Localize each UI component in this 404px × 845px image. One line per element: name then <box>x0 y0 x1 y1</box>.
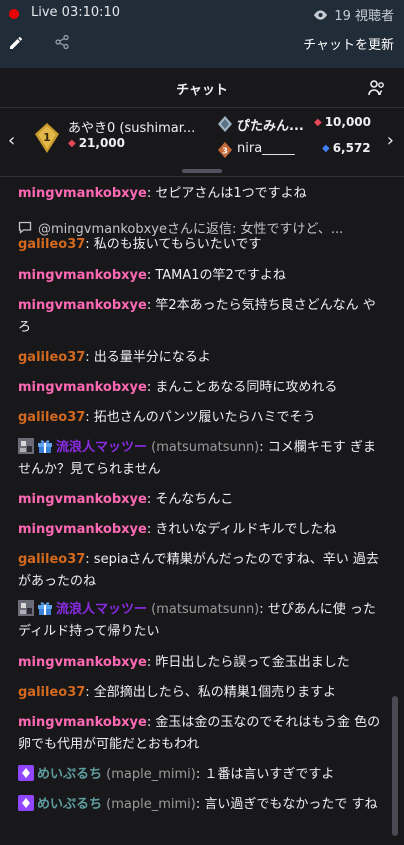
chat-username[interactable]: mingvmankobxye <box>18 522 147 537</box>
viewer-count-label: 19 視聴者 <box>334 9 394 24</box>
chat-username[interactable]: galileo37 <box>18 350 85 365</box>
chat-username[interactable]: galileo37 <box>18 237 85 252</box>
reply-icon <box>18 221 32 234</box>
leaderboard-third-score: ◆ 6,572 <box>322 141 371 155</box>
bits-badge-icon <box>18 795 34 811</box>
leaderboard-first-name[interactable]: あやき0 (sushimar... <box>68 117 210 136</box>
chat-username[interactable]: mingvmankobxye <box>18 655 147 670</box>
chat-message[interactable]: 流浪人マッツー (matsumatsunn): せぴあんに使 ったディルド持って… <box>18 599 384 643</box>
chat-scrollbar[interactable] <box>392 696 398 836</box>
leaderboard-first-score-value: 21,000 <box>78 136 126 150</box>
avatar-badge-icon <box>18 438 34 454</box>
bits-leaderboard: ‹ 1 あやき0 (sushimar... ◆ 21,000 ぴたみん... ◆… <box>0 108 404 176</box>
chat-username[interactable]: mingvmankobxye <box>18 186 147 201</box>
bits-badge-icon <box>18 765 34 781</box>
chat-message[interactable]: めいぷるち (maple_mimi): 言い過ぎでもなかったで すね <box>18 794 384 816</box>
chat-text: : 昨日出したら誤って金玉出ました <box>146 655 350 670</box>
third-place-icon: 3 <box>218 142 232 158</box>
leaderboard-second-score-value: 10,000 <box>324 115 372 129</box>
chat-text: : 全部摘出したら、私の精巣1個売りますよ <box>85 685 337 700</box>
chat-username[interactable]: mingvmankobxye <box>18 492 147 507</box>
avatar-badge-icon <box>18 600 34 616</box>
leaderboard-second-name[interactable]: ぴたみん... <box>237 115 311 134</box>
chat-message[interactable]: めいぷるち (maple_mimi): １番は言いすぎですよ <box>18 764 384 786</box>
chat-message[interactable]: 流浪人マッツー (matsumatsunn): コメ欄キモす ぎませんか？見てら… <box>18 437 384 481</box>
stream-topbar: Live 03:10:10 19 視聴者 チャットを更新 <box>0 0 404 68</box>
chat-message[interactable]: mingvmankobxye: きれいなディルドキルでしたね <box>18 519 384 541</box>
chat-message[interactable]: mingvmankobxye: TAMA1の竿2ですよね <box>18 265 384 287</box>
chat-username[interactable]: mingvmankobxye <box>18 380 147 395</box>
chat-message[interactable]: mingvmankobxye: 金玉は金の玉なのでそれはもう金 色の卵でも代用が… <box>18 712 384 756</box>
live-indicator-icon <box>9 9 19 19</box>
gift-badge-icon <box>38 440 52 453</box>
live-timer: Live 03:10:10 <box>31 5 121 20</box>
leaderboard-third-score-value: 6,572 <box>332 141 371 155</box>
chat-message[interactable]: galileo37: 出る量半分になるよ <box>18 347 384 369</box>
chat-text: : TAMA1の竿2ですよね <box>146 268 286 283</box>
eye-icon <box>314 9 328 20</box>
chat-username[interactable]: めいぷるち <box>37 767 102 782</box>
second-place-icon <box>218 116 232 132</box>
chat-text: : １番は言いすぎですよ <box>195 767 335 782</box>
leaderboard-third-name[interactable]: nira_____ <box>237 141 295 156</box>
chat-username[interactable]: 流浪人マッツー <box>56 602 147 617</box>
chat-message[interactable]: mingvmankobxye: まんことあなる同時に攻めれる <box>18 377 384 399</box>
chat-username[interactable]: 流浪人マッツー <box>56 440 147 455</box>
chevron-right-icon[interactable]: › <box>387 132 394 150</box>
chat-username[interactable]: mingvmankobxye <box>18 298 147 313</box>
chat-title: チャット <box>176 83 228 98</box>
users-icon[interactable] <box>368 80 386 96</box>
chat-message[interactable]: galileo37: 全部摘出したら、私の精巣1個売りますよ <box>18 682 384 704</box>
chat-username[interactable]: mingvmankobxye <box>18 268 147 283</box>
chat-message-list: mingvmankobxye: セピアさんは1つですよね @mingvmanko… <box>0 176 404 845</box>
chat-message[interactable]: mingvmankobxye: 昨日出したら誤って金玉出ました <box>18 652 384 674</box>
chat-message[interactable]: mingvmankobxye: そんなちんこ <box>18 489 384 511</box>
chat-username[interactable]: galileo37 <box>18 552 85 567</box>
chat-message[interactable]: galileo37: sepiaさんで精巣がんだったのですね、辛い 過去があった… <box>18 549 384 593</box>
chat-login: (maple_mimi) <box>106 797 196 812</box>
chat-login: (matsumatsunn) <box>151 602 260 617</box>
bits-red-icon: ◆ <box>314 116 322 128</box>
leaderboard-second-score: ◆ 10,000 <box>314 115 371 129</box>
chat-message[interactable]: galileo37: 私のも抜いてもらいたいです <box>18 234 384 256</box>
first-place-rank: 1 <box>43 131 51 144</box>
chat-text: : 拓也さんのパンツ履いたらハミでそう <box>85 410 316 425</box>
chat-username[interactable]: galileo37 <box>18 410 85 425</box>
chat-text: : きれいなディルドキルでしたね <box>146 522 337 537</box>
first-place-medal-icon: 1 <box>35 123 59 153</box>
leaderboard-first-score: ◆ 21,000 <box>68 136 125 150</box>
gift-badge-icon <box>38 602 52 615</box>
chat-text: : 私のも抜いてもらいたいです <box>85 237 262 252</box>
bits-blue-icon: ◆ <box>322 142 330 154</box>
chat-username[interactable]: mingvmankobxye <box>18 715 147 730</box>
chat-message[interactable]: mingvmankobxye: セピアさんは1つですよね <box>18 183 384 205</box>
third-place-rank: 3 <box>222 147 228 156</box>
pencil-icon[interactable] <box>8 34 24 50</box>
chat-username[interactable]: galileo37 <box>18 685 85 700</box>
share-icon[interactable] <box>55 35 69 49</box>
viewer-count: 19 視聴者 <box>313 5 394 24</box>
leaderboard-collapse-handle[interactable] <box>182 169 222 173</box>
chat-message[interactable]: mingvmankobxye: 竿2本あったら気持ち良さどんなん やろ <box>18 295 384 339</box>
chat-login: (maple_mimi) <box>106 767 196 782</box>
chat-text: : 言い過ぎでもなかったで すね <box>195 797 378 812</box>
refresh-chat-button[interactable]: チャットを更新 <box>303 34 394 53</box>
bits-red-icon: ◆ <box>68 137 76 149</box>
chat-text: : そんなちんこ <box>146 492 234 507</box>
chat-text: : まんことあなる同時に攻めれる <box>146 380 338 395</box>
chat-message[interactable]: galileo37: 拓也さんのパンツ履いたらハミでそう <box>18 407 384 429</box>
chevron-left-icon[interactable]: ‹ <box>8 132 15 150</box>
chat-login: (matsumatsunn) <box>151 440 260 455</box>
chat-text: : 出る量半分になるよ <box>85 350 211 365</box>
chat-username[interactable]: めいぷるち <box>37 797 102 812</box>
chat-text: : セピアさんは1つですよね <box>146 186 307 201</box>
chat-header: チャット <box>0 68 404 108</box>
